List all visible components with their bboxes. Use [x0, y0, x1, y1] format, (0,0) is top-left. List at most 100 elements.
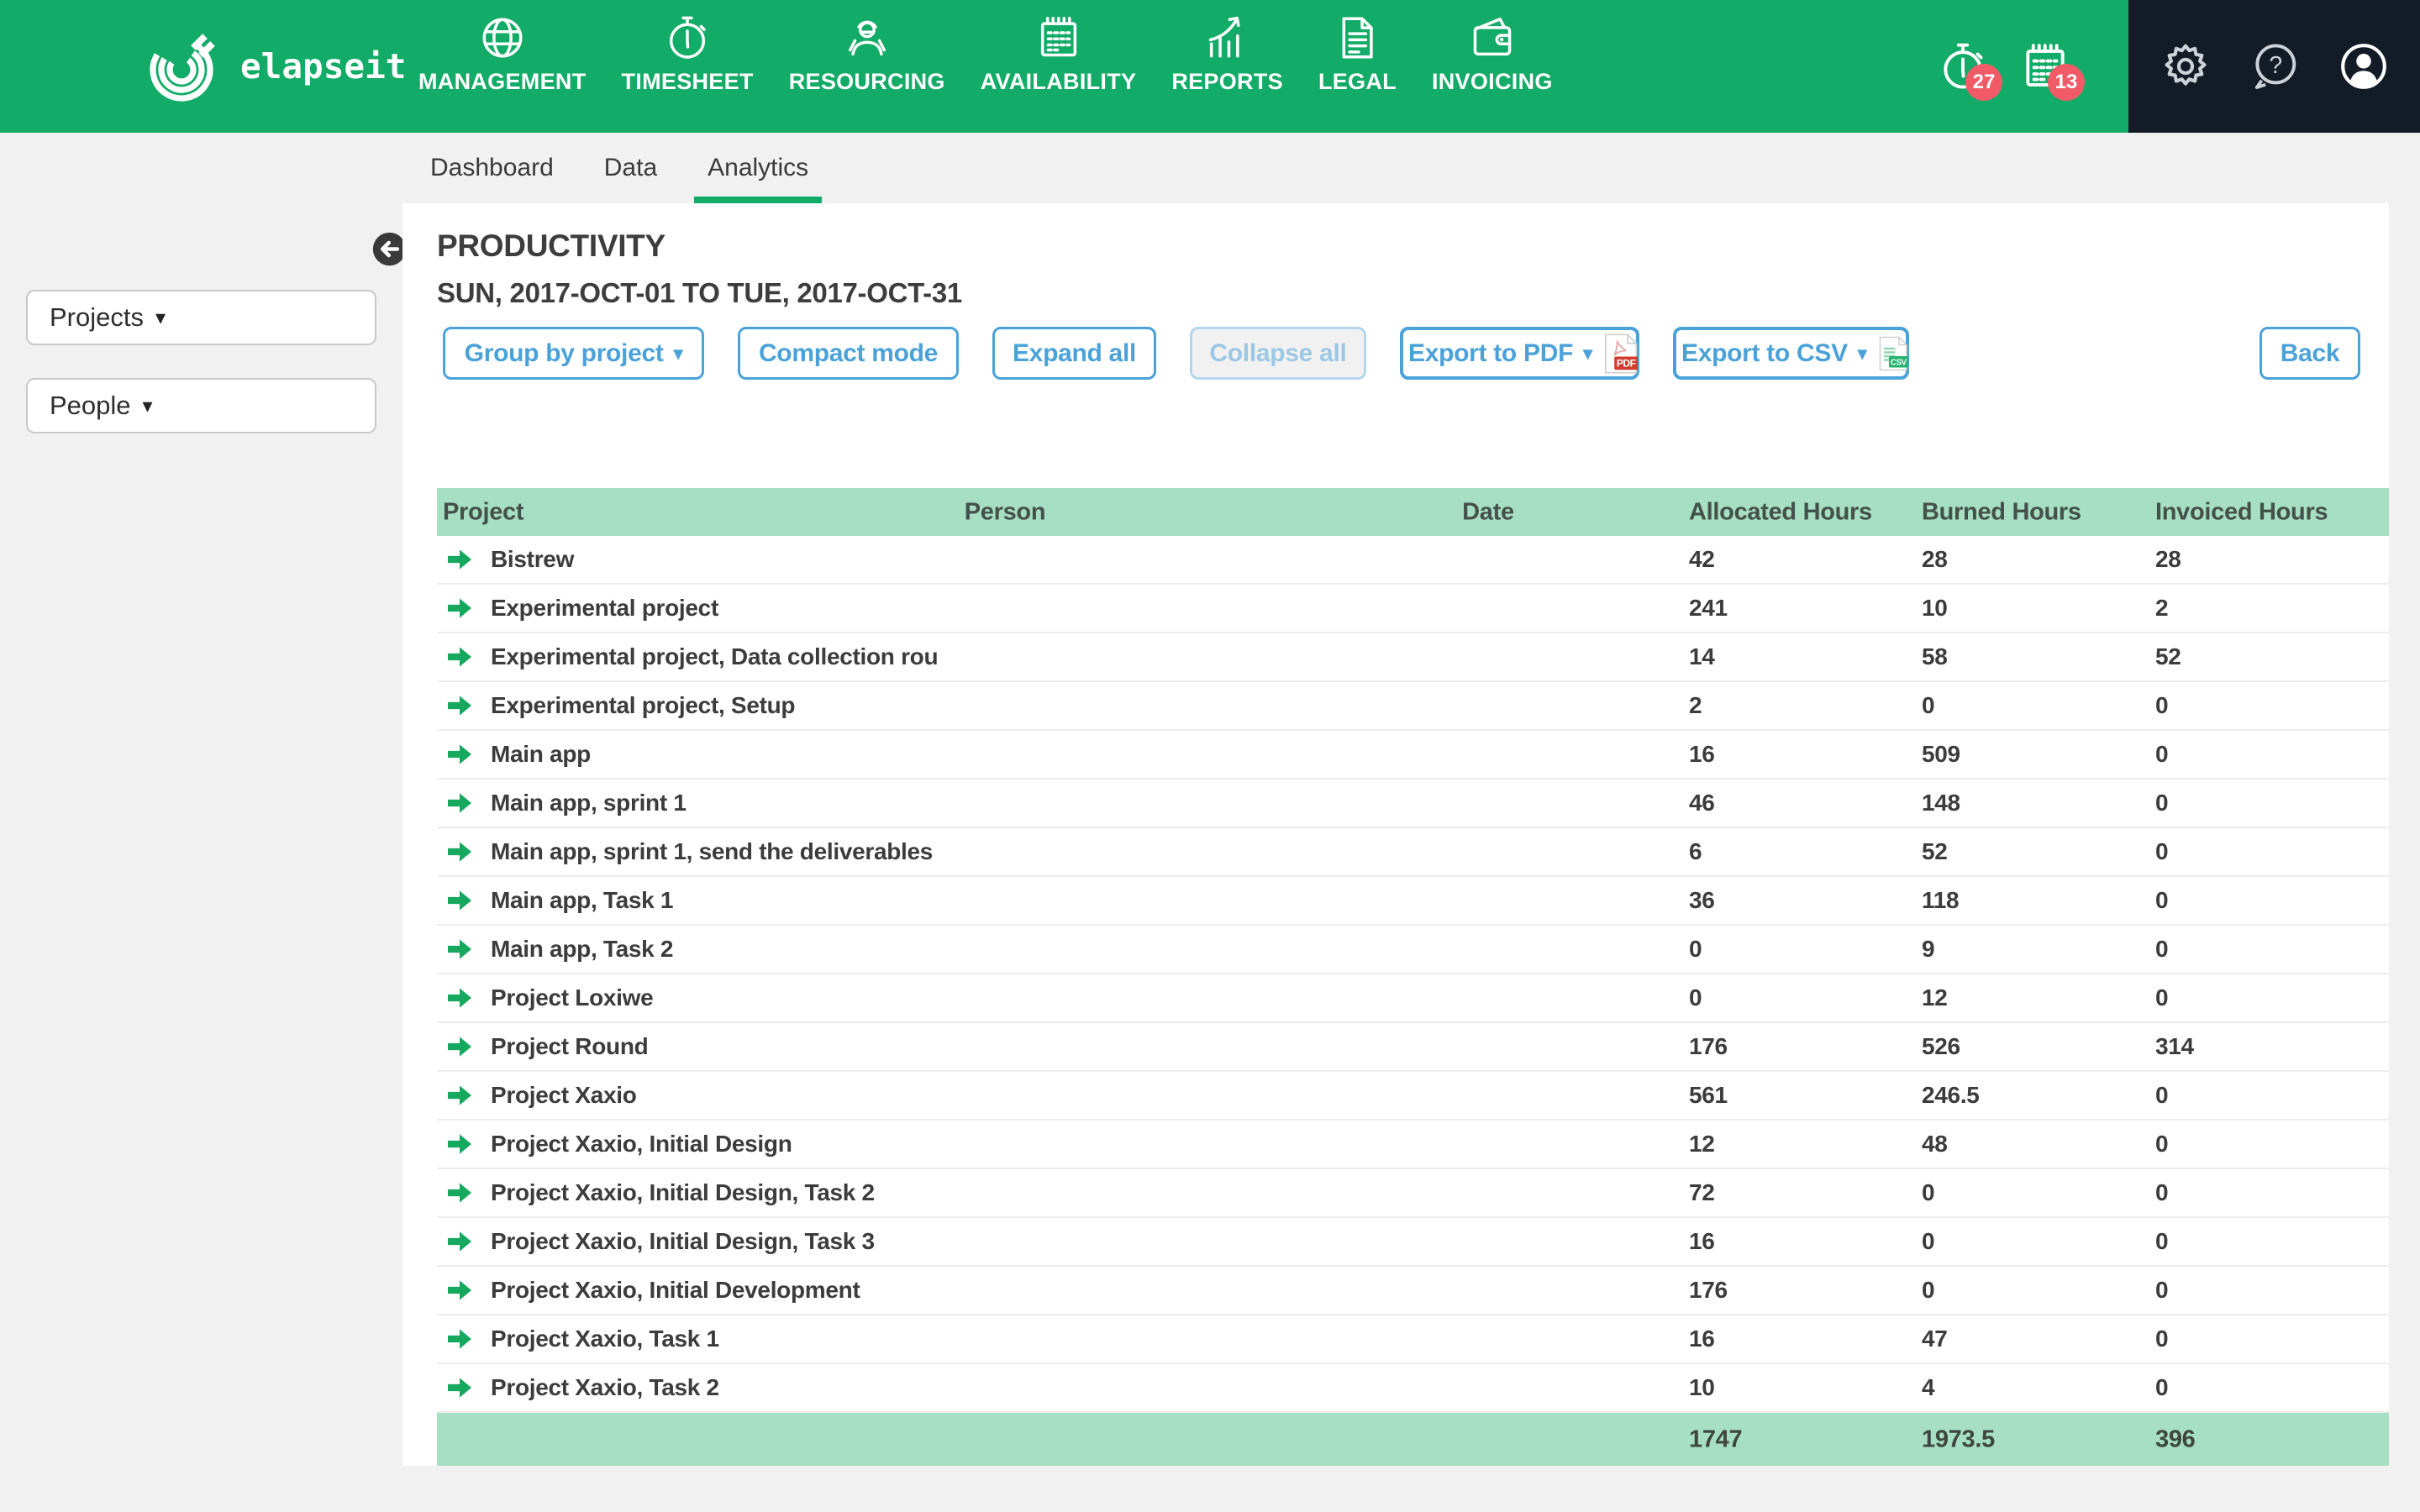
table-row[interactable]: Main app, Task 1 36 118 0 — [437, 877, 2389, 926]
table-row[interactable]: Project Xaxio, Initial Design, Task 2 72 0… — [437, 1169, 2389, 1218]
row-burned-hours: 509 — [1922, 741, 1960, 767]
row-allocated-hours: 42 — [1689, 546, 1715, 572]
timer-notifications[interactable]: 27 — [1937, 40, 2002, 101]
table-row[interactable]: Project Xaxio, Initial Design 12 48 0 — [437, 1121, 2389, 1169]
svg-text:PDF: PDF — [1617, 357, 1636, 369]
nav-item-reports[interactable]: REPORTS — [1171, 0, 1283, 146]
expand-row-control[interactable] — [445, 839, 476, 864]
expand-row-control[interactable] — [445, 1278, 476, 1303]
row-invoiced-hours: 0 — [2155, 1131, 2169, 1157]
table-row[interactable]: Main app, sprint 1, send the deliverable… — [437, 828, 2389, 877]
report-date-range: SUN, 2017-OCT-01 TO TUE, 2017-OCT-31 — [437, 277, 962, 308]
report-tabs: Dashboard Data Analytics — [0, 133, 2420, 205]
table-row[interactable]: Main app, Task 2 0 9 0 — [437, 926, 2389, 974]
table-header-row: Project Person Date Allocated Hours Burned H… — [437, 488, 2389, 536]
collapse-all-label: Collapse all — [1209, 339, 1347, 367]
table-row[interactable]: Project Xaxio, Task 2 10 4 0 — [437, 1364, 2389, 1413]
chevron-down-icon: ▾ — [155, 306, 166, 329]
user-avatar-icon[interactable] — [2338, 40, 2390, 92]
expand-row-control[interactable] — [445, 1083, 476, 1108]
table-row[interactable]: Project Loxiwe 0 12 0 — [437, 974, 2389, 1023]
chevron-down-icon: ▾ — [1857, 342, 1867, 364]
nav-item-label: RESOURCING — [788, 69, 945, 94]
row-invoiced-hours: 0 — [2155, 1082, 2169, 1108]
row-invoiced-hours: 0 — [2155, 1228, 2169, 1254]
expand-all-button[interactable]: Expand all — [992, 327, 1156, 380]
compact-mode-button[interactable]: Compact mode — [738, 327, 959, 380]
group-by-button[interactable]: Group by project ▾ — [443, 327, 704, 380]
table-row[interactable]: Bistrew 42 28 28 — [437, 536, 2389, 585]
row-invoiced-hours: 0 — [2155, 984, 2169, 1011]
row-invoiced-hours: 314 — [2155, 1033, 2194, 1059]
row-invoiced-hours: 0 — [2155, 1179, 2169, 1205]
calendar-notifications[interactable]: 13 — [2019, 40, 2085, 101]
expand-row-control[interactable] — [445, 742, 476, 767]
people-filter-dropdown[interactable]: People ▾ — [26, 378, 376, 433]
expand-row-control[interactable] — [445, 644, 476, 669]
svg-text:CSV: CSV — [1890, 358, 1907, 367]
tab-data[interactable]: Data — [604, 133, 657, 203]
expand-row-control[interactable] — [445, 1229, 476, 1254]
table-row[interactable]: Project Round 176 526 314 — [437, 1023, 2389, 1072]
table-row[interactable]: Project Xaxio, Task 1 16 47 0 — [437, 1315, 2389, 1364]
row-allocated-hours: 46 — [1689, 790, 1715, 816]
table-row[interactable]: Project Xaxio, Initial Design, Task 3 16 0… — [437, 1218, 2389, 1267]
settings-gear-icon[interactable] — [2160, 40, 2212, 92]
column-header-date: Date — [1462, 498, 1514, 525]
table-row[interactable]: Main app, sprint 1 46 148 0 — [437, 780, 2389, 828]
expand-arrow-icon — [448, 1085, 471, 1105]
table-row[interactable]: Project Xaxio 561 246.5 0 — [437, 1072, 2389, 1121]
tab-dashboard[interactable]: Dashboard — [430, 133, 554, 203]
table-row[interactable]: Main app 16 509 0 — [437, 731, 2389, 780]
nav-item-availability[interactable]: AVAILABILITY — [981, 0, 1137, 146]
expand-row-control[interactable] — [445, 1034, 476, 1059]
expand-row-control[interactable] — [445, 596, 476, 621]
expand-arrow-icon — [448, 842, 471, 862]
help-icon[interactable]: ? — [2249, 40, 2301, 92]
people-filter-label: People — [50, 391, 131, 420]
expand-row-control[interactable] — [445, 547, 476, 572]
table-row[interactable]: Experimental project, Setup 2 0 0 — [437, 682, 2389, 731]
row-invoiced-hours: 0 — [2155, 838, 2169, 864]
table-row[interactable]: Experimental project, Data collection ro… — [437, 633, 2389, 682]
expand-arrow-icon — [448, 598, 471, 618]
expand-arrow-icon — [448, 647, 471, 667]
table-row[interactable]: Project Xaxio, Initial Development 176 0 0 — [437, 1267, 2389, 1315]
nav-item-resourcing[interactable]: RESOURCING — [789, 0, 945, 146]
export-pdf-button[interactable]: Export to PDF ▾ PDF — [1400, 327, 1639, 380]
row-burned-hours: 48 — [1922, 1131, 1948, 1157]
expand-row-control[interactable] — [445, 985, 476, 1011]
nav-item-legal[interactable]: LEGAL — [1318, 0, 1397, 146]
expand-row-control[interactable] — [445, 790, 476, 816]
app: elapseit MANAGEMENT TIMESHEET RESOURCING AV… — [0, 0, 2420, 1512]
nav-item-timesheet[interactable]: TIMESHEET — [622, 0, 754, 146]
nav-item-invoicing[interactable]: INVOICING — [1432, 0, 1553, 146]
notepad-icon — [1040, 17, 1076, 57]
expand-row-control[interactable] — [445, 1180, 476, 1205]
row-project: Project Xaxio, Initial Development — [491, 1277, 860, 1303]
expand-arrow-icon — [448, 890, 471, 911]
collapse-all-button[interactable]: Collapse all — [1190, 327, 1366, 380]
row-allocated-hours: 2 — [1689, 692, 1702, 718]
brand-logo[interactable]: elapseit — [141, 0, 406, 133]
row-project: Experimental project — [491, 595, 718, 621]
back-button[interactable]: Back — [2260, 327, 2360, 380]
column-header-allocated-hours: Allocated Hours — [1689, 498, 1872, 525]
nav-item-management[interactable]: MANAGEMENT — [418, 0, 587, 146]
row-project: Project Xaxio, Initial Design, Task 3 — [491, 1228, 875, 1254]
row-allocated-hours: 16 — [1689, 1228, 1715, 1254]
projects-filter-dropdown[interactable]: Projects ▾ — [26, 290, 376, 345]
export-csv-button[interactable]: Export to CSV ▾ CSV — [1673, 327, 1909, 380]
expand-row-control[interactable] — [445, 693, 476, 718]
expand-row-control[interactable] — [445, 888, 476, 913]
globe-icon — [482, 18, 523, 58]
tab-analytics[interactable]: Analytics — [694, 133, 823, 205]
page-title: PRODUCTIVITY — [437, 228, 666, 263]
table-row[interactable]: Experimental project 241 10 2 — [437, 585, 2389, 633]
expand-row-control[interactable] — [445, 1131, 476, 1157]
row-project: Project Xaxio, Initial Design, Task 2 — [491, 1179, 875, 1205]
expand-row-control[interactable] — [445, 1326, 476, 1352]
main-menu: MANAGEMENT TIMESHEET RESOURCING AVAILABILIT… — [418, 0, 1553, 146]
expand-row-control[interactable] — [445, 1375, 476, 1400]
expand-row-control[interactable] — [445, 937, 476, 962]
